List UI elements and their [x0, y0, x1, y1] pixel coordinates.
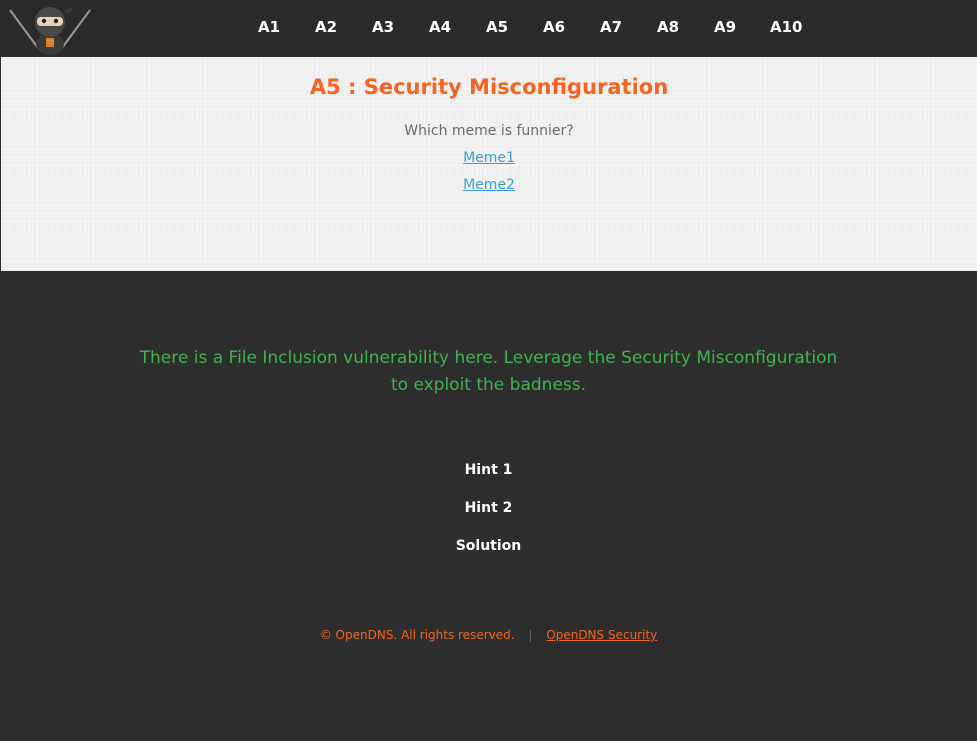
hint-2-button[interactable]: Hint 2 [0, 498, 977, 518]
nav-link-a8[interactable]: A8 [656, 17, 680, 37]
solution-button[interactable]: Solution [0, 536, 977, 556]
meme2-link-row: Meme2 [1, 175, 977, 195]
nav-link-a6[interactable]: A6 [542, 17, 566, 37]
nav-link-a10[interactable]: A10 [770, 17, 802, 37]
footer: © OpenDNS. All rights reserved. | OpenDN… [0, 625, 977, 645]
meme1-link[interactable]: Meme1 [463, 150, 515, 166]
meme1-link-row: Meme1 [1, 148, 977, 168]
nav-link-a4[interactable]: A4 [428, 17, 452, 37]
ninja-logo-icon[interactable] [8, 2, 92, 56]
nav-link-a2[interactable]: A2 [314, 17, 338, 37]
nav-link-a9[interactable]: A9 [713, 17, 737, 37]
meme2-link[interactable]: Meme2 [463, 177, 515, 193]
footer-opendns-security-link[interactable]: OpenDNS Security [546, 628, 657, 642]
top-navbar: A1 A2 A3 A4 A5 A6 A7 A8 A9 A10 [0, 0, 977, 57]
challenge-description: There is a File Inclusion vulnerability … [139, 348, 838, 395]
nav-link-a7[interactable]: A7 [599, 17, 623, 37]
nav-link-a5[interactable]: A5 [485, 17, 509, 37]
challenge-content-panel: A5 : Security Misconfiguration Which mem… [1, 57, 977, 271]
nav-link-a3[interactable]: A3 [371, 17, 395, 37]
page-title: A5 : Security Misconfiguration [309, 75, 669, 99]
meme-question: Which meme is funnier? [404, 123, 574, 139]
nav-link-a1[interactable]: A1 [257, 17, 281, 37]
footer-separator: | [528, 628, 533, 642]
hint-1-button[interactable]: Hint 1 [0, 460, 977, 480]
footer-copyright: © OpenDNS. All rights reserved. [319, 628, 515, 642]
